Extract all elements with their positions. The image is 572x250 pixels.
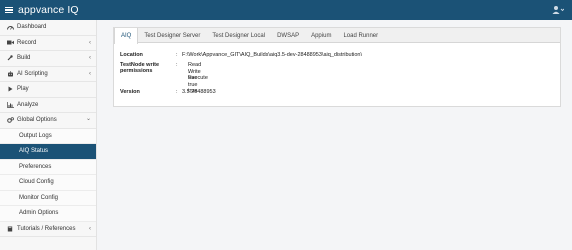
chevron-left-icon: ‹ [89,225,91,232]
play-icon [6,86,14,93]
sidebar-item-label: AI Scripting [17,70,48,77]
video-camera-icon [6,39,14,46]
separator: : [176,52,178,58]
wrench-icon [6,55,14,62]
book-icon [6,225,14,232]
permissions-label-2: permissions [120,68,153,74]
user-icon[interactable] [552,5,564,15]
sidebar-subitem-label: Admin Options [19,210,59,217]
sidebar: Dashboard Record ‹ Build ‹ AI Scripting … [0,20,97,250]
tab-dwsap[interactable]: DWSAP [271,28,305,43]
sidebar-subitem-label: Monitor Config [19,194,59,201]
sidebar-subitem-cloud-config[interactable]: Cloud Config [0,175,96,191]
location-row: Location : F:\Work\Appvance_GIT\AIQ_Buil… [120,52,362,58]
chevron-left-icon: ‹ [89,70,91,77]
tab-aiq[interactable]: AIQ [114,28,139,44]
sidebar-item-label: Global Options [17,117,57,124]
gears-icon [6,117,14,124]
sidebar-item-play[interactable]: Play [0,82,96,98]
permissions-list: Read: true Write: true Execute: true [188,62,209,94]
bar-chart-icon [6,101,14,108]
version-row: Version : 3.5.28488953 [120,89,216,95]
top-navbar: appvance IQ [0,0,572,20]
permissions-row: TestNode write permissions : Read: true W… [120,62,208,94]
tab-appium[interactable]: Appium [305,28,337,43]
separator: : [176,89,178,95]
sidebar-item-analyze[interactable]: Analyze [0,98,96,113]
sidebar-item-global-options[interactable]: Global Options ⌄ [0,113,96,129]
sidebar-item-label: Tutorials / References [17,225,76,232]
sidebar-subitem-output-logs[interactable]: Output Logs [0,128,96,144]
sidebar-subitem-label: Output Logs [19,132,52,139]
sidebar-subitem-aiq-status[interactable]: AIQ Status [0,144,96,160]
sidebar-item-label: Dashboard [17,24,47,31]
version-value: 3.5.28488953 [182,89,216,95]
location-label: Location [120,52,143,58]
sidebar-subitem-label: Preferences [19,163,52,170]
brand[interactable]: appvance IQ [5,3,79,17]
sidebar-item-label: Play [17,86,29,93]
sidebar-item-label: Build [17,55,31,62]
tab-test-designer-server[interactable]: Test Designer Server [138,28,206,43]
aiq-status-panel: AIQ Test Designer Server Test Designer L… [113,27,561,107]
sidebar-subitem-preferences[interactable]: Preferences [0,159,96,175]
status-details: Location : F:\Work\Appvance_GIT\AIQ_Buil… [114,43,560,95]
sidebar-subitem-label: Cloud Config [19,179,54,186]
sidebar-item-build[interactable]: Build ‹ [0,51,96,67]
separator: : [176,62,178,68]
sidebar-item-tutorials[interactable]: Tutorials / References ‹ [0,222,96,237]
tab-test-designer-local[interactable]: Test Designer Local [206,28,271,43]
brand-logo-text: appvance IQ [18,4,79,16]
execute-permission: Execute: true [188,75,208,94]
sidebar-item-dashboard[interactable]: Dashboard [0,20,96,36]
sidebar-subitem-label: AIQ Status [19,148,49,155]
sidebar-subitem-admin-options[interactable]: Admin Options [0,206,96,222]
tab-load-runner[interactable]: Load Runner [337,28,384,43]
status-tabs: AIQ Test Designer Server Test Designer L… [114,28,560,44]
sidebar-item-ai-scripting[interactable]: AI Scripting ‹ [0,67,96,82]
robot-icon [6,70,14,77]
sidebar-item-label: Analyze [17,101,39,108]
chevron-down-icon: ⌄ [85,116,91,122]
location-value: F:\Work\Appvance_GIT\AIQ_Builds\aiq3.5-d… [182,52,362,58]
sidebar-item-label: Record [17,39,37,46]
sidebar-item-record[interactable]: Record ‹ [0,36,96,51]
sidebar-subitem-monitor-config[interactable]: Monitor Config [0,190,96,206]
chevron-left-icon: ‹ [89,55,91,61]
chevron-left-icon: ‹ [89,39,91,46]
version-label: Version [120,89,140,95]
menu-icon[interactable] [5,6,13,14]
dashboard-icon [6,24,14,31]
